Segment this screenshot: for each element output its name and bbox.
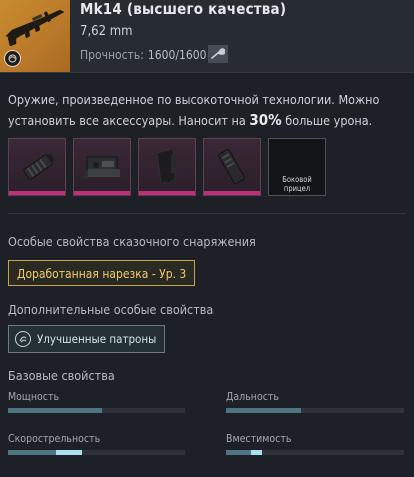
side-sight-label: Боковой прицел [282,175,312,193]
item-title: Mk14 (высшего качества) [80,0,287,18]
ammo-perk-icon [15,331,31,347]
legendary-perk-badge[interactable]: Доработанная нарезка - Ур. 3 [8,260,196,286]
stock-icon [156,148,177,184]
rifle-icon [5,9,65,47]
durability-value: 1600/1600 [147,48,207,62]
item-description: Оружие, произведенное по высокоточной те… [8,90,408,131]
stat-fill-power [8,408,102,413]
additional-perk-label: Улучшенные патроны [37,332,157,346]
stat-fill-capacity [226,450,251,455]
rarity-badge [4,50,21,67]
attachment-slot-side-sight[interactable]: Боковой прицел [268,138,326,196]
stat-fill-range [226,408,301,413]
stat-label-fire-rate: Скорострельность [8,433,101,445]
attachment-slot-magazine[interactable] [203,138,261,196]
attachment-slots: Боковой прицел [8,138,333,196]
stat-bonus-fire-rate [55,450,83,455]
attachment-slot-muzzle[interactable] [8,138,66,196]
stat-label-power: Мощность [8,391,60,403]
additional-perk-badge[interactable]: Улучшенные патроны [8,325,166,353]
durability-row: Прочность: 1600/1600 [80,48,206,62]
description-text-2: больше урона. [281,113,373,128]
stat-bonus-capacity [250,450,262,455]
magazine-icon [218,149,246,185]
section-divider [8,213,406,214]
stat-label-range: Дальность [226,391,279,403]
repair-button[interactable] [208,45,228,63]
stat-bar-power [8,408,185,413]
stat-bar-fire-rate [8,450,185,455]
stat-fill-fire-rate [8,450,56,455]
durability-label: Прочность: [80,48,144,62]
additional-section-title: Дополнительные особые свойства [8,302,214,317]
attachment-slot-stock[interactable] [138,138,196,196]
legendary-section-title: Особые свойства сказочного снаряжения [8,234,256,249]
stat-label-capacity: Вместимость [226,433,292,445]
stat-bar-range [226,408,404,413]
muzzle-icon [23,153,56,180]
base-section-title: Базовые свойства [8,368,115,383]
weapon-thumbnail[interactable] [0,0,70,72]
scope-mount-icon [84,156,120,179]
rarity-icon [8,54,17,63]
item-caliber: 7,62 mm [80,24,133,39]
item-header: Mk14 (высшего качества) 7,62 mm Прочност… [0,0,414,73]
wrench-icon [211,48,225,59]
stat-bar-capacity [226,450,404,455]
attachment-slot-scope-mount[interactable] [73,138,131,196]
item-panel: Mk14 (высшего качества) 7,62 mm Прочност… [0,0,414,477]
damage-bonus-percent: 30% [249,111,282,129]
